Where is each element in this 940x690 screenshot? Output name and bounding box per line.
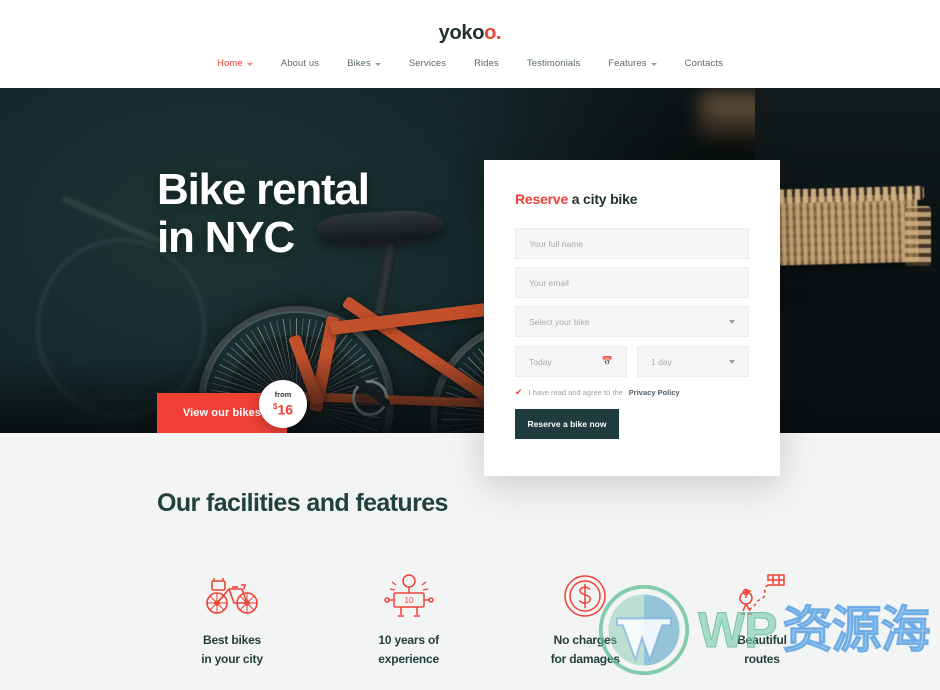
reserve-now-button[interactable]: Reserve a bike now	[515, 409, 619, 439]
feature-item: Beautiful routes	[687, 573, 837, 669]
hero-title: Bike rental in NYC	[157, 165, 370, 262]
chevron-down-icon	[650, 62, 657, 66]
nav-label: Rides	[474, 58, 499, 69]
nav-label: Bikes	[347, 58, 371, 69]
hero-title-line-1: Bike rental	[157, 165, 370, 214]
hero-floor-shadow	[0, 355, 940, 433]
bike-select-value: Select your bike	[529, 316, 590, 327]
site-logo[interactable]: yokoo.	[0, 22, 940, 45]
nav-label: Testimonials	[526, 58, 581, 69]
nav-label: About us	[280, 58, 320, 69]
dollar-coin-icon	[563, 573, 607, 619]
reservation-form-card: Reserve a city bike Your full name Your …	[484, 160, 780, 476]
date-value: Today	[529, 356, 552, 367]
feature-item: No charges for damages	[510, 573, 660, 669]
site-header: yokoo. Home About us Bikes Services Ride…	[0, 0, 940, 88]
feature-label: Beautiful routes	[737, 633, 787, 666]
price-number: 16	[277, 401, 294, 418]
nav-label: Services	[408, 58, 447, 69]
nav-item-testimonials[interactable]: Testimonials	[513, 58, 594, 69]
privacy-policy-consent[interactable]: ✔ I have read and agree to the Privacy P…	[515, 388, 680, 398]
feature-label: Best bikes in your city	[201, 633, 263, 666]
reservation-form-title: Reserve a city bike	[515, 191, 637, 207]
date-field[interactable]: Today 📅	[515, 346, 627, 377]
nav-item-features[interactable]: Features	[594, 58, 670, 69]
nav-label: Home	[217, 58, 243, 69]
feature-item: 10 10 years of experience	[334, 573, 484, 669]
wicker-basket-side	[905, 206, 931, 266]
reservation-title-accent: Reserve	[515, 191, 569, 207]
feature-label: 10 years of experience	[378, 633, 440, 666]
features-section-title: Our facilities and features	[157, 489, 448, 517]
svg-text:10: 10	[404, 596, 413, 605]
consent-text: I have read and agree to the	[528, 388, 623, 397]
nav-item-about-us[interactable]: About us	[267, 58, 333, 69]
email-placeholder: Your email	[529, 277, 569, 288]
price-badge: from $16	[259, 380, 307, 428]
features-list: Best bikes in your city 10 10 years of e…	[157, 573, 837, 669]
logo-accent: o.	[484, 22, 502, 44]
wicker-basket	[757, 193, 919, 267]
chevron-down-icon	[729, 359, 735, 364]
bicycle-icon	[204, 573, 260, 619]
duration-value: 1 day	[651, 356, 672, 367]
chevron-down-icon	[246, 62, 253, 66]
hero-section: Bike rental in NYC View our bikes from $…	[0, 88, 940, 433]
hero-title-line-2: in NYC	[157, 213, 295, 262]
nav-label: Features	[608, 58, 647, 69]
main-navigation: Home About us Bikes Services Rides Testi…	[0, 58, 940, 69]
feature-item: Best bikes in your city	[157, 573, 307, 669]
reservation-title-rest: a city bike	[568, 191, 638, 207]
landing-page: yokoo. Home About us Bikes Services Ride…	[0, 0, 940, 690]
calendar-icon: 📅	[601, 356, 613, 366]
nav-item-services[interactable]: Services	[395, 58, 460, 69]
hero-background-photo	[0, 88, 940, 433]
logo-text: yoko	[438, 22, 485, 44]
full-name-field[interactable]: Your full name	[515, 228, 749, 259]
email-field[interactable]: Your email	[515, 267, 749, 298]
duration-select[interactable]: 1 day	[637, 346, 749, 377]
price-badge-amount: $16	[273, 399, 293, 418]
nav-item-rides[interactable]: Rides	[460, 58, 513, 69]
route-map-icon	[735, 573, 789, 619]
hero-copy: Bike rental in NYC	[157, 165, 370, 262]
nav-label: Contacts	[684, 58, 723, 69]
chevron-down-icon	[729, 319, 735, 324]
experience-badge-icon: 10	[383, 573, 435, 619]
feature-label: No charges for damages	[550, 633, 620, 666]
nav-item-bikes[interactable]: Bikes	[333, 58, 395, 69]
nav-item-contacts[interactable]: Contacts	[671, 58, 737, 69]
checkbox-checked-icon[interactable]: ✔	[515, 388, 523, 397]
nav-item-home[interactable]: Home	[203, 58, 267, 69]
full-name-placeholder: Your full name	[529, 238, 584, 249]
features-section: Our facilities and features Best bikes i…	[0, 433, 940, 690]
chevron-down-icon	[374, 62, 381, 66]
privacy-policy-link[interactable]: Privacy Policy	[629, 388, 680, 397]
price-badge-from-label: from	[274, 390, 292, 400]
bike-select[interactable]: Select your bike	[515, 306, 749, 337]
